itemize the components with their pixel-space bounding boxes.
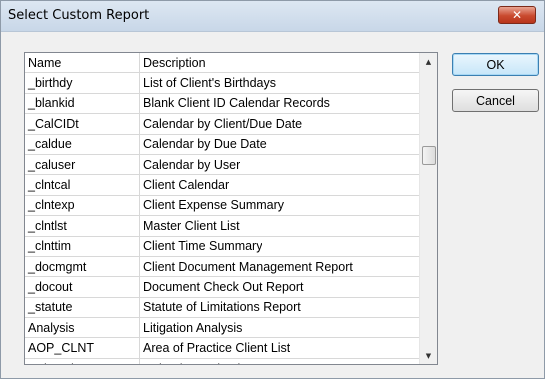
column-header-description[interactable]: Description [140,56,206,70]
report-description: Calendar by Due Date [143,137,267,152]
list-item[interactable]: Analysis Litigation Analysis [25,318,420,339]
report-description: Client Expense Summary [143,198,285,213]
cancel-button[interactable]: Cancel [452,89,539,112]
report-list[interactable]: Name Description _birthdy List of Client'… [24,52,438,365]
report-name: _caldue [25,134,140,154]
report-name: _clntcal [25,175,140,195]
vertical-scrollbar[interactable]: ▲ ▼ [419,53,437,364]
list-header-row: Name Description [25,53,420,74]
list-item[interactable]: Cal_codeCalendar Code List [25,358,420,364]
list-item[interactable]: _caluser Calendar by User [25,154,420,176]
report-description: Litigation Analysis [143,320,243,335]
close-button[interactable]: ✕ [498,6,536,24]
report-name: _docout [25,277,140,297]
report-description: Blank Client ID Calendar Records [143,96,330,111]
report-description: List of Client's Birthdays [143,76,276,91]
dialog-title: Select Custom Report [8,8,150,23]
close-icon: ✕ [511,8,523,22]
column-header-name[interactable]: Name [25,53,140,73]
select-custom-report-dialog: Select Custom Report ✕ Name Description … [0,0,545,379]
report-description: Client Document Management Report [143,259,353,274]
list-item[interactable]: _CalCIDt Calendar by Client/Due Date [25,114,420,135]
list-item[interactable]: _docmgmt Client Document Management Repor… [25,256,420,278]
report-name: _clntexp [25,195,140,216]
list-item[interactable]: _birthdy List of Client's Birthdays [25,73,420,94]
list-item[interactable]: _clntlst Master Client List [25,216,420,237]
scroll-up-icon[interactable]: ▲ [420,53,437,70]
list-item[interactable]: AOP_CLNT Area of Practice Client List [25,338,420,359]
report-description: Master Client List [143,218,240,233]
report-name: _blankid [25,93,140,114]
report-name: AOP_CLNT [25,338,140,358]
report-description: Calendar by User [143,157,241,172]
report-name: Cal_code [25,358,140,364]
report-list-rows: Name Description _birthdy List of Client'… [25,53,420,364]
report-name: _birthdy [25,73,140,93]
scrollbar-thumb[interactable] [422,146,436,165]
scroll-down-icon[interactable]: ▼ [420,347,437,364]
report-description: Client Calendar [143,178,230,193]
report-name: _caluser [25,154,140,175]
report-name: _clnttim [25,236,140,256]
report-description: Client Time Summary [143,239,263,254]
report-name: Analysis [25,318,140,338]
report-description: Area of Practice Client List [143,341,291,356]
list-item[interactable]: _clntcal Client Calendar [25,175,420,196]
ok-button[interactable]: OK [452,53,539,76]
list-item[interactable]: _docout Document Check Out Report [25,277,420,298]
report-name: _statute [25,297,140,318]
list-item[interactable]: _statute Statute of Limitations Report [25,297,420,319]
list-item[interactable]: _blankid Blank Client ID Calendar Records [25,93,420,115]
report-description: Calendar Code List [140,362,250,364]
report-name: _CalCIDt [25,114,140,134]
report-name: _clntlst [25,216,140,236]
report-description: Statute of Limitations Report [143,300,301,315]
report-description: Calendar by Client/Due Date [143,116,303,131]
list-item[interactable]: _clntexp Client Expense Summary [25,195,420,217]
report-name: _docmgmt [25,256,140,277]
list-item[interactable]: _caldue Calendar by Due Date [25,134,420,155]
report-description: Document Check Out Report [143,279,304,294]
list-item[interactable]: _clnttim Client Time Summary [25,236,420,257]
title-bar: Select Custom Report ✕ [1,1,544,32]
